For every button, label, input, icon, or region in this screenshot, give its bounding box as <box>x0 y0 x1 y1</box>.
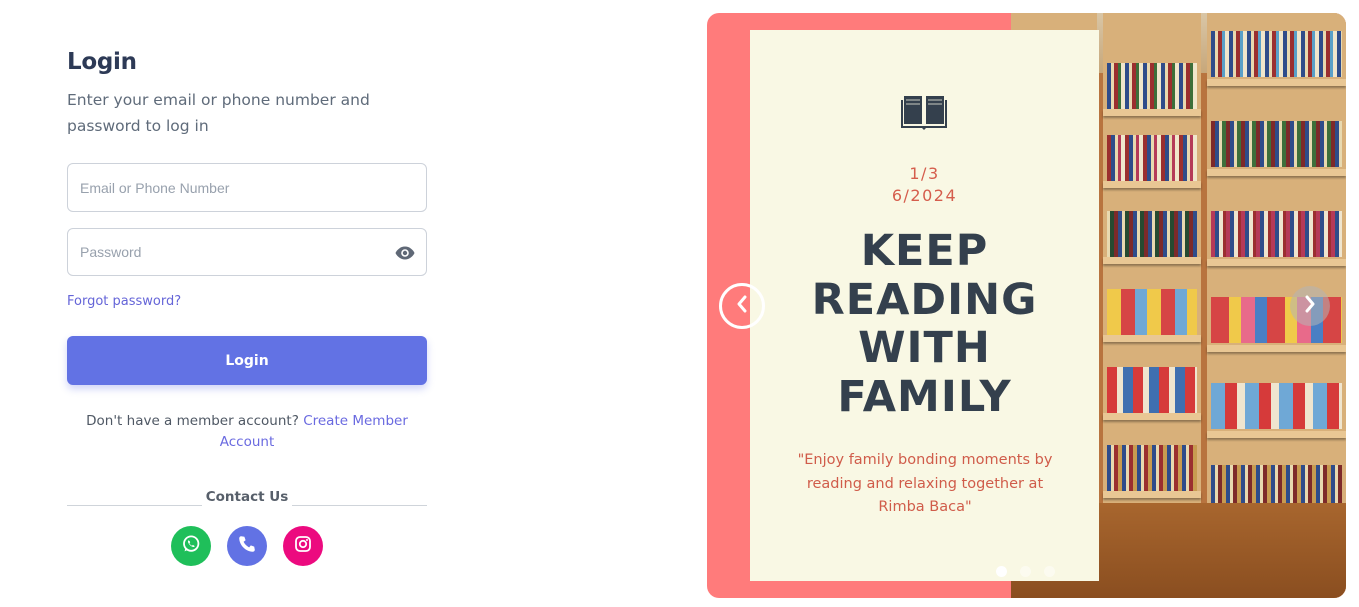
promo-carousel: 1/3 6/2024 KEEP READING WITH FAMILY "Enj… <box>707 13 1346 598</box>
chevron-left-icon <box>735 295 749 318</box>
contact-us-label: Contact Us <box>205 489 289 505</box>
carousel-prev-button[interactable] <box>719 283 765 329</box>
divider-line-right <box>292 505 427 506</box>
chevron-right-icon <box>1303 295 1317 318</box>
carousel-dot[interactable] <box>996 566 1007 577</box>
instagram-button[interactable] <box>283 526 323 566</box>
login-panel: Login Enter your email or phone number a… <box>67 46 427 453</box>
email-field-wrapper <box>67 163 427 212</box>
forgot-password-link[interactable]: Forgot password? <box>67 294 181 309</box>
slide-headline: KEEP READING WITH FAMILY <box>811 226 1038 422</box>
login-subtitle: Enter your email or phone number and pas… <box>67 91 370 135</box>
contact-us-divider: Contact Us <box>67 486 427 508</box>
slide-quote: "Enjoy family bonding moments by reading… <box>797 452 1053 515</box>
signup-prompt: Don't have a member account? Create Memb… <box>67 411 427 453</box>
slide-date: 6/2024 <box>891 186 958 205</box>
open-book-icon <box>900 91 948 131</box>
whatsapp-button[interactable] <box>171 526 211 566</box>
page-title: Login <box>67 49 137 75</box>
phone-button[interactable] <box>227 526 267 566</box>
carousel-pagination <box>996 566 1055 577</box>
divider-line-left <box>67 505 202 506</box>
carousel-dot[interactable] <box>1020 566 1031 577</box>
phone-icon <box>238 535 256 558</box>
eye-icon[interactable] <box>394 242 416 264</box>
login-button[interactable]: Login <box>67 336 427 385</box>
carousel-next-button[interactable] <box>1290 286 1330 326</box>
slide-counter: 1/3 <box>909 164 940 183</box>
whatsapp-icon <box>182 535 200 558</box>
signup-prompt-text: Don't have a member account? <box>86 413 299 429</box>
email-input[interactable] <box>68 164 426 211</box>
password-input[interactable] <box>68 229 426 275</box>
promo-card: 1/3 6/2024 KEEP READING WITH FAMILY "Enj… <box>750 30 1099 581</box>
password-field-wrapper <box>67 228 427 276</box>
carousel-dot[interactable] <box>1044 566 1055 577</box>
instagram-icon <box>294 535 312 558</box>
